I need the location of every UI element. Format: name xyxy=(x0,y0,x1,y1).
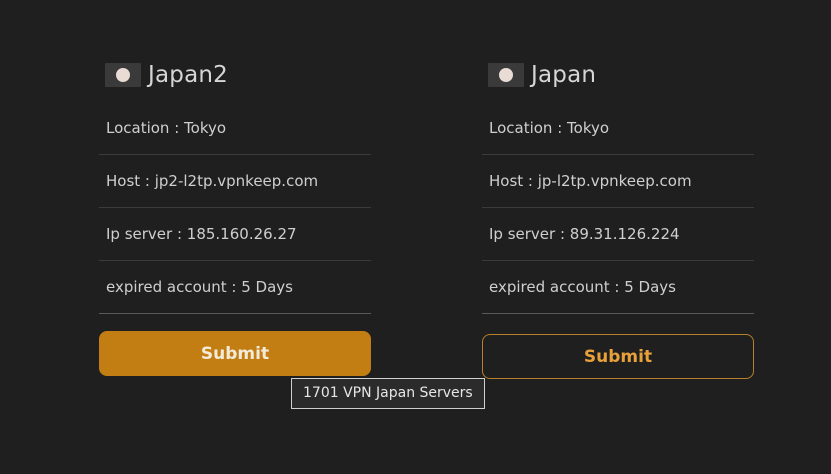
location-text: Location : Tokyo xyxy=(99,102,371,155)
server-card-japan2: Japan2 Location : Tokyo Host : jp2-l2tp.… xyxy=(99,56,371,376)
japan-flag-icon xyxy=(488,63,524,87)
host-text: Host : jp-l2tp.vpnkeep.com xyxy=(482,155,754,208)
server-card-japan: Japan Location : Tokyo Host : jp-l2tp.vp… xyxy=(482,56,754,379)
submit-button[interactable]: Submit xyxy=(99,331,371,376)
ip-server-text: Ip server : 89.31.126.224 xyxy=(482,208,754,261)
japan-flag-icon xyxy=(105,63,141,87)
location-text: Location : Tokyo xyxy=(482,102,754,155)
submit-button[interactable]: Submit xyxy=(482,334,754,379)
expired-account-text: expired account : 5 Days xyxy=(482,261,754,314)
expired-account-text: expired account : 5 Days xyxy=(99,261,371,314)
card-title: Japan xyxy=(531,62,597,88)
server-info-list: Location : Tokyo Host : jp2-l2tp.vpnkeep… xyxy=(99,102,371,314)
tooltip: 1701 VPN Japan Servers xyxy=(291,378,485,409)
card-header: Japan xyxy=(482,56,754,94)
card-header: Japan2 xyxy=(99,56,371,94)
host-text: Host : jp2-l2tp.vpnkeep.com xyxy=(99,155,371,208)
server-info-list: Location : Tokyo Host : jp-l2tp.vpnkeep.… xyxy=(482,102,754,314)
ip-server-text: Ip server : 185.160.26.27 xyxy=(99,208,371,261)
card-title: Japan2 xyxy=(148,62,228,88)
